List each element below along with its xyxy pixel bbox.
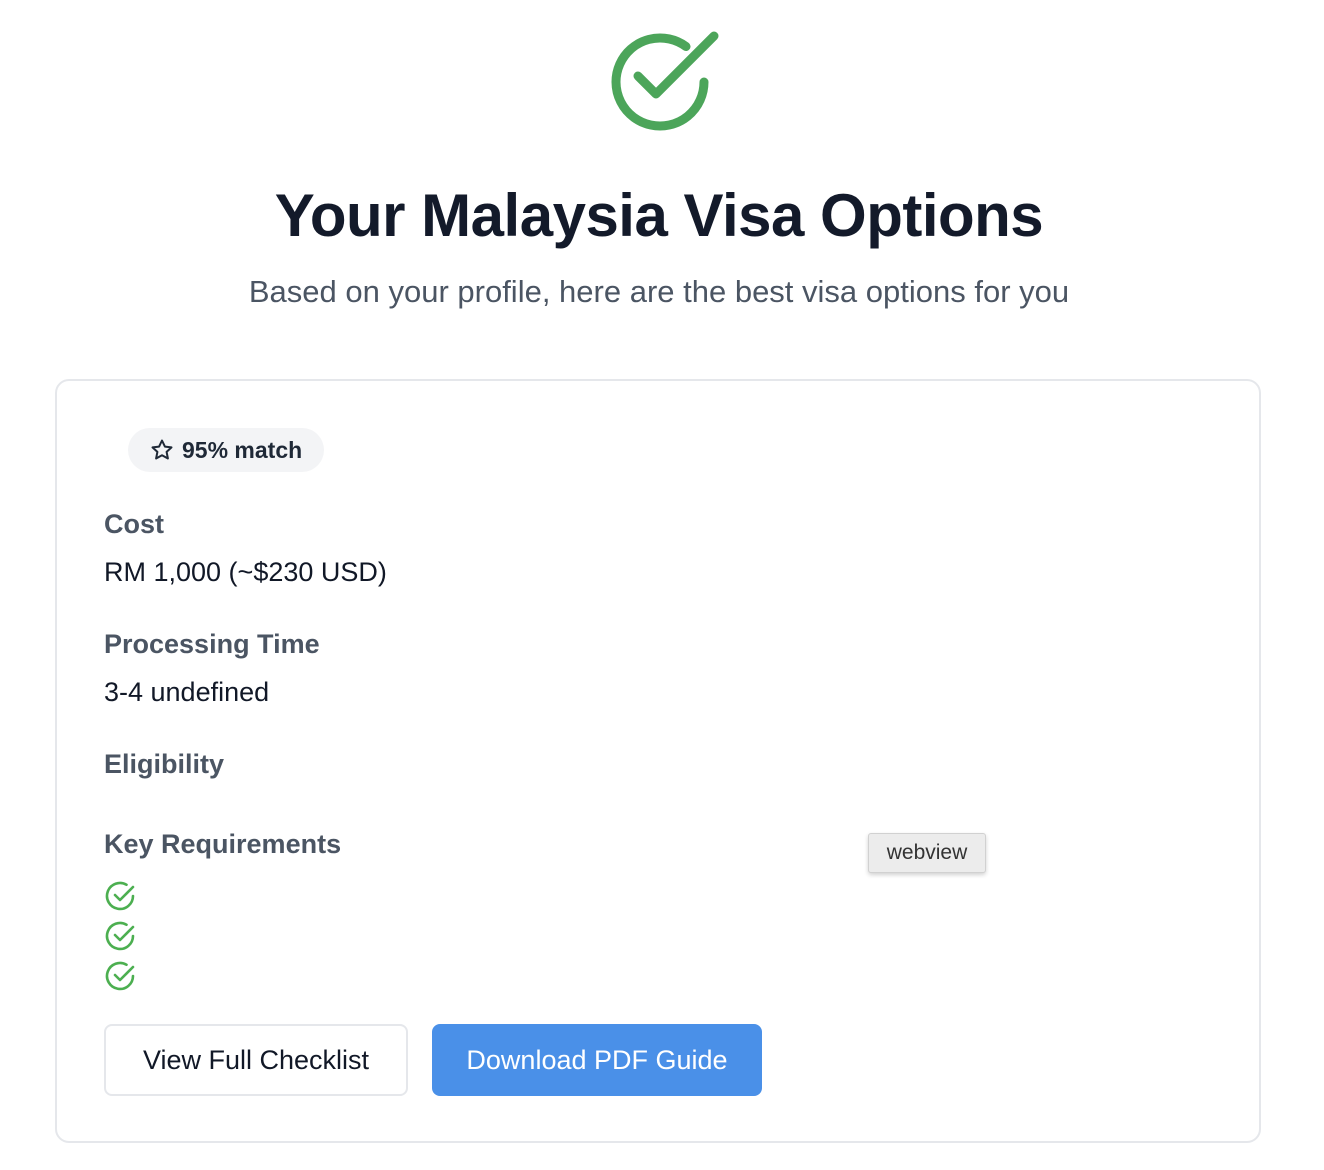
check-circle-icon	[611, 31, 719, 131]
webview-tooltip: webview	[868, 833, 986, 873]
processing-time-value: 3-4 undefined	[104, 677, 270, 707]
cost-label: Cost	[104, 509, 164, 539]
page: Your Malaysia Visa Options Based on your…	[0, 0, 1324, 1170]
view-full-checklist-button[interactable]: View Full Checklist	[104, 1024, 408, 1096]
star-icon	[151, 439, 173, 460]
eligibility-label: Eligibility	[104, 749, 225, 779]
cost-value: RM 1,000 (~$230 USD)	[104, 557, 387, 587]
match-badge: 95% match	[128, 428, 325, 472]
page-title: Your Malaysia Visa Options	[274, 182, 1044, 249]
match-badge-label: 95% match	[182, 436, 303, 463]
download-pdf-guide-button[interactable]: Download PDF Guide	[432, 1024, 762, 1096]
requirement-check-icon	[105, 921, 135, 951]
processing-time-label: Processing Time	[104, 629, 320, 659]
page-subtitle: Based on your profile, here are the best…	[248, 274, 1070, 309]
key-requirements-label: Key Requirements	[104, 829, 342, 859]
requirement-check-icon	[105, 881, 135, 911]
requirement-check-icon	[105, 961, 135, 991]
